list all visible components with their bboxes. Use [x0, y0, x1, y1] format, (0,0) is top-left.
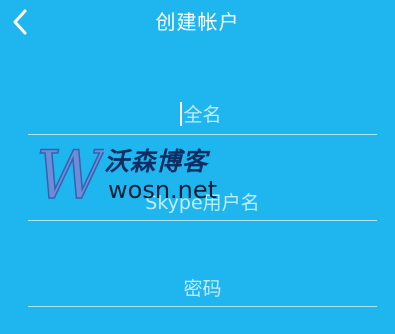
fullname-field[interactable]	[28, 94, 377, 138]
skypename-field[interactable]	[28, 182, 377, 226]
fullname-input[interactable]	[28, 99, 377, 131]
password-input[interactable]	[28, 273, 377, 305]
skypename-input[interactable]	[28, 187, 377, 219]
password-underline	[28, 306, 377, 307]
fullname-underline	[28, 134, 377, 135]
page-title: 创建帐户	[155, 10, 240, 34]
text-cursor	[180, 102, 182, 126]
header-bar: 创建帐户	[0, 0, 395, 44]
watermark-cn-text: 沃森博客	[104, 147, 209, 176]
skypename-underline	[28, 220, 377, 221]
password-field[interactable]	[28, 268, 377, 312]
